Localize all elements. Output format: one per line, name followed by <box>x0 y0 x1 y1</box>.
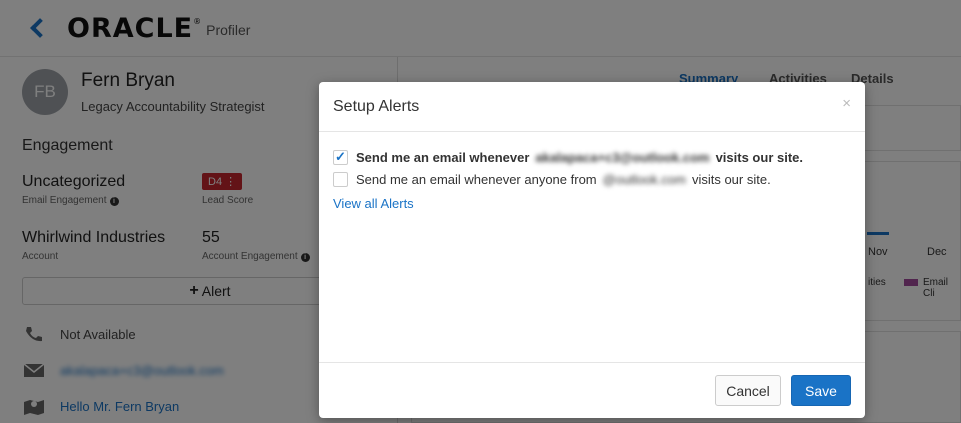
alert-option-contact[interactable]: ✓ Send me an email whenever akalapaca+c3… <box>333 146 851 168</box>
blurred-email: akalapaca+c3@outlook.com <box>535 149 710 165</box>
dialog-body: ✓ Send me an email whenever akalapaca+c3… <box>319 132 865 362</box>
dialog-title: Setup Alerts <box>333 97 420 115</box>
close-icon[interactable]: × <box>842 95 851 112</box>
view-all-alerts-link[interactable]: View all Alerts <box>333 196 414 211</box>
dialog-footer: Cancel Save <box>319 362 865 418</box>
cancel-button[interactable]: Cancel <box>715 375 781 406</box>
save-button[interactable]: Save <box>791 375 851 406</box>
alert-option-domain[interactable]: Send me an email whenever anyone from @o… <box>333 168 851 190</box>
dialog-header: Setup Alerts × <box>319 82 865 132</box>
checkbox-checked[interactable]: ✓ <box>333 149 348 165</box>
checkbox-unchecked[interactable] <box>333 171 348 187</box>
setup-alerts-dialog: Setup Alerts × ✓ Send me an email whenev… <box>319 82 865 418</box>
blurred-domain: @outlook.com <box>602 171 686 187</box>
